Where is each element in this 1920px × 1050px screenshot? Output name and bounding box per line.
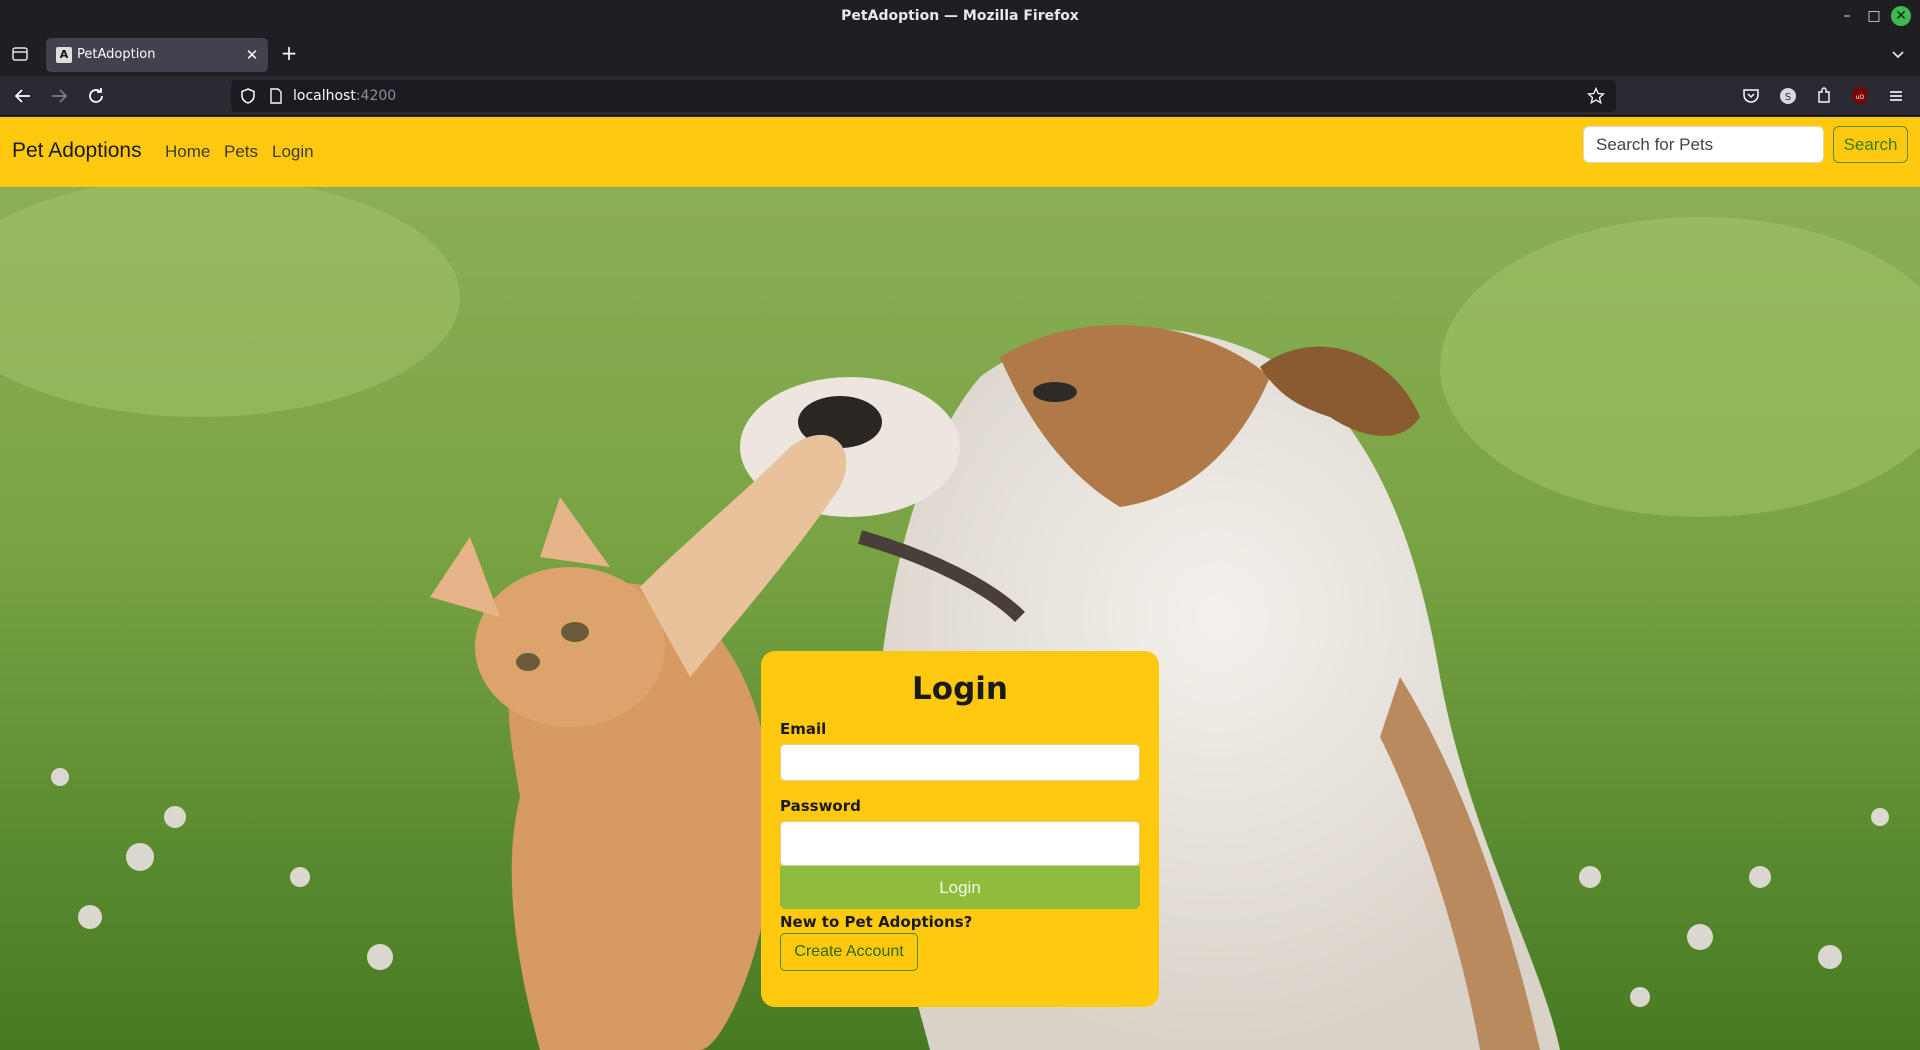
tab-title: PetAdoption	[77, 47, 156, 62]
page-icon[interactable]	[267, 87, 285, 105]
login-submit-button[interactable]: Login	[780, 866, 1140, 909]
maximize-button[interactable]: □	[1864, 6, 1884, 26]
tab-petadoption[interactable]: A PetAdoption ✕	[46, 38, 268, 72]
reload-icon[interactable]	[83, 83, 109, 109]
account-icon[interactable]: S	[1778, 86, 1798, 106]
close-window-button[interactable]: ✕	[1891, 6, 1911, 26]
search-input[interactable]	[1583, 126, 1824, 163]
shield-icon[interactable]	[239, 87, 257, 105]
minimize-button[interactable]: –	[1837, 6, 1857, 26]
tab-bar: A PetAdoption ✕ +	[0, 32, 1920, 76]
url-host: localhost	[293, 88, 356, 104]
new-tab-button[interactable]: +	[278, 42, 300, 64]
password-field[interactable]	[780, 821, 1140, 866]
url-bar[interactable]: localhost:4200	[231, 80, 1616, 112]
login-title: Login	[912, 671, 1008, 707]
new-user-prompt: New to Pet Adoptions?	[780, 913, 973, 931]
angular-icon: A	[56, 47, 72, 63]
page-viewport: Pet Adoptions Home Pets Login Search Log…	[0, 117, 1920, 1050]
tab-list-icon[interactable]	[10, 44, 30, 64]
window-titlebar: PetAdoption — Mozilla Firefox – □ ✕	[0, 0, 1920, 32]
window-title: PetAdoption — Mozilla Firefox	[841, 8, 1079, 24]
tab-overflow-icon[interactable]	[1888, 44, 1908, 64]
back-icon[interactable]	[10, 83, 36, 109]
password-label: Password	[780, 797, 861, 815]
forward-icon[interactable]	[46, 83, 72, 109]
menu-icon[interactable]	[1886, 86, 1906, 106]
brand-logo[interactable]: Pet Adoptions	[12, 139, 142, 163]
app-header: Pet Adoptions Home Pets Login Search	[0, 117, 1920, 187]
svg-text:uO: uO	[1856, 94, 1865, 101]
email-label: Email	[780, 720, 827, 738]
search-button[interactable]: Search	[1833, 126, 1908, 163]
bookmark-star-icon[interactable]	[1587, 87, 1605, 105]
pocket-icon[interactable]	[1741, 86, 1761, 106]
navigation-toolbar: localhost:4200 S uO	[0, 76, 1920, 116]
tab-close-icon[interactable]: ✕	[242, 45, 262, 65]
nav-pets-link[interactable]: Pets	[224, 142, 258, 162]
url-port: :4200	[355, 88, 397, 104]
login-card: Login Email Password Login New to Pet Ad…	[761, 651, 1159, 1007]
svg-text:S: S	[1785, 92, 1791, 103]
nav-login-link[interactable]: Login	[272, 142, 314, 162]
url-text[interactable]: localhost:4200	[293, 88, 396, 104]
nav-home-link[interactable]: Home	[165, 142, 210, 162]
ublock-icon[interactable]: uO	[1850, 86, 1870, 106]
extensions-icon[interactable]	[1814, 86, 1834, 106]
email-field[interactable]	[780, 744, 1140, 781]
create-account-button[interactable]: Create Account	[780, 933, 918, 971]
